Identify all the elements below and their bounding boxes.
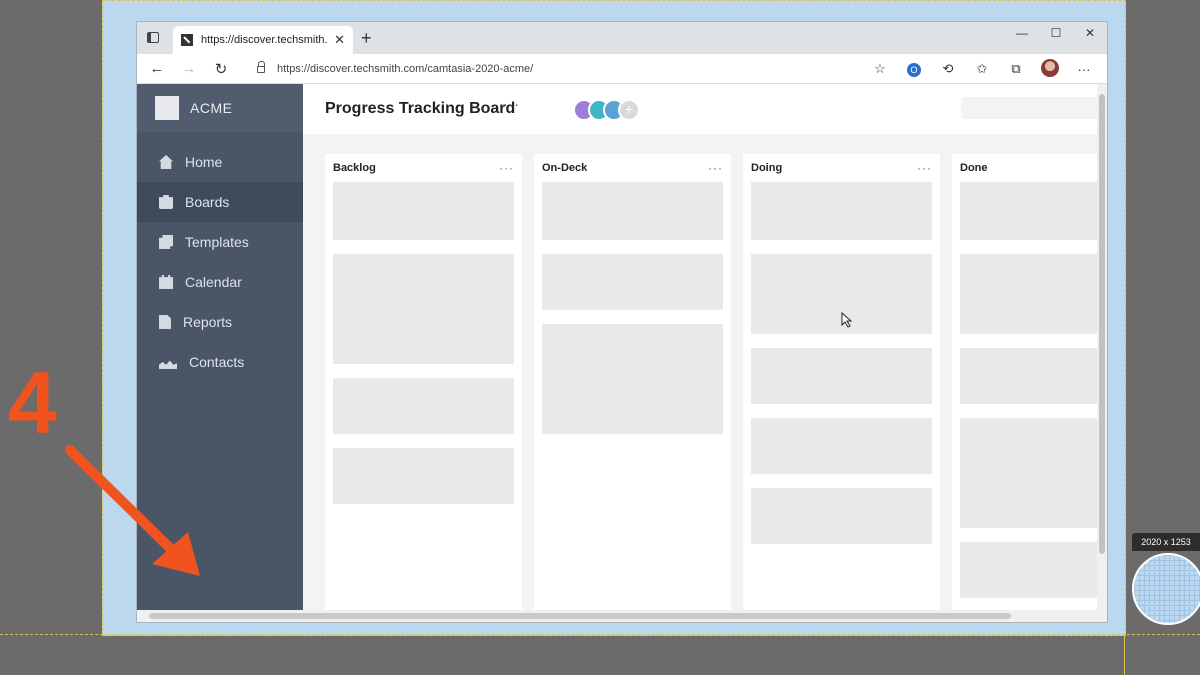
settings-more-icon[interactable]: ··· bbox=[1067, 62, 1101, 77]
boards-icon bbox=[159, 195, 173, 209]
sidebar-item-label: Reports bbox=[183, 314, 233, 330]
card[interactable] bbox=[333, 254, 514, 364]
card[interactable] bbox=[751, 418, 932, 474]
calendar-icon bbox=[159, 275, 173, 289]
browser-tab[interactable]: https://discover.techsmith.com/c ✕ bbox=[173, 26, 353, 54]
contacts-icon bbox=[159, 360, 177, 369]
browser-window: https://discover.techsmith.com/c ✕ + — ☐… bbox=[137, 22, 1107, 622]
board-menu-button[interactable]: ··· bbox=[503, 96, 520, 112]
sidebar-item-label: Contacts bbox=[189, 354, 245, 370]
column-menu-button[interactable]: ··· bbox=[917, 161, 932, 175]
sidebar-item-reports[interactable]: Reports bbox=[137, 302, 303, 342]
annotation-arrow-icon bbox=[65, 445, 200, 576]
magnifier-lens bbox=[1132, 553, 1200, 625]
card[interactable] bbox=[542, 324, 723, 434]
tab-actions-icon[interactable] bbox=[147, 32, 159, 43]
minimize-button[interactable]: — bbox=[1005, 22, 1039, 46]
sidebar-nav: Home Boards Templates Calendar Reports C… bbox=[137, 132, 303, 382]
maximize-button[interactable]: ☐ bbox=[1039, 22, 1073, 46]
brand-name: ACME bbox=[190, 100, 233, 116]
tab-title: https://discover.techsmith.com/c bbox=[201, 34, 328, 46]
step-number: 4 bbox=[8, 353, 57, 452]
back-button[interactable]: ← bbox=[141, 60, 173, 77]
page-title: Progress Tracking Board bbox=[325, 100, 516, 117]
column-menu-button[interactable]: ··· bbox=[499, 161, 514, 175]
horizontal-scrollbar[interactable] bbox=[137, 610, 1107, 622]
logo-icon bbox=[155, 96, 179, 120]
close-window-button[interactable]: ✕ bbox=[1073, 22, 1107, 46]
sidebar-item-contacts[interactable]: Contacts bbox=[137, 342, 303, 382]
member-avatars: + bbox=[573, 99, 640, 121]
new-tab-button[interactable]: + bbox=[361, 28, 372, 49]
column-header: On-Deck ··· bbox=[542, 154, 723, 182]
extension-icon[interactable]: O bbox=[897, 61, 931, 77]
browser-toolbar: ☆ O ⟲ ✩ ⧉ ··· bbox=[863, 54, 1101, 84]
column-title: Backlog bbox=[333, 162, 376, 174]
column-header: Done ··· bbox=[960, 154, 1107, 182]
board-columns: Backlog ··· On-Deck ··· Doing ··· Done bbox=[325, 154, 1107, 622]
column-on-deck: On-Deck ··· bbox=[534, 154, 731, 622]
card[interactable] bbox=[333, 378, 514, 434]
search-input[interactable] bbox=[961, 97, 1107, 119]
card[interactable] bbox=[960, 542, 1107, 598]
card[interactable] bbox=[960, 348, 1107, 404]
column-title: Done bbox=[960, 162, 988, 174]
templates-icon bbox=[159, 235, 173, 249]
address-bar: ← → ↻ https://discover.techsmith.com/cam… bbox=[137, 54, 1107, 84]
magnifier-widget: 2020 x 1253 bbox=[1132, 533, 1200, 633]
board-main: Progress Tracking Board ··· + Backlog ··… bbox=[303, 84, 1107, 622]
tab-bar: https://discover.techsmith.com/c ✕ + — ☐… bbox=[137, 22, 1107, 54]
sidebar-item-label: Boards bbox=[185, 194, 230, 210]
column-menu-button[interactable]: ··· bbox=[708, 161, 723, 175]
reports-icon bbox=[159, 315, 171, 329]
card[interactable] bbox=[542, 254, 723, 310]
add-member-button[interactable]: + bbox=[618, 99, 640, 121]
card[interactable] bbox=[960, 182, 1107, 240]
favicon-icon bbox=[181, 34, 193, 46]
vertical-scrollbar[interactable] bbox=[1097, 84, 1107, 622]
card[interactable] bbox=[542, 182, 723, 240]
favorites-icon[interactable]: ✩ bbox=[965, 61, 999, 77]
guide-line-horizontal bbox=[0, 634, 1200, 635]
guide-line-vertical bbox=[1124, 636, 1125, 675]
lock-icon bbox=[257, 60, 265, 73]
column-header: Backlog ··· bbox=[333, 154, 514, 182]
url-text: https://discover.techsmith.com/camtasia-… bbox=[277, 63, 534, 75]
home-icon bbox=[159, 155, 173, 169]
card[interactable] bbox=[960, 418, 1107, 528]
app: ACME Home Boards Templates Calendar Repo… bbox=[137, 84, 1107, 622]
sidebar-item-label: Templates bbox=[185, 234, 249, 250]
column-doing: Doing ··· bbox=[743, 154, 940, 622]
mouse-cursor-icon bbox=[841, 312, 853, 328]
card[interactable] bbox=[960, 254, 1107, 334]
favorite-star-icon[interactable]: ☆ bbox=[863, 61, 897, 77]
sidebar-item-calendar[interactable]: Calendar bbox=[137, 262, 303, 302]
card[interactable] bbox=[333, 448, 514, 504]
sidebar-item-label: Calendar bbox=[185, 274, 242, 290]
card[interactable] bbox=[751, 348, 932, 404]
column-header: Doing ··· bbox=[751, 154, 932, 182]
sync-icon[interactable]: ⟲ bbox=[931, 61, 965, 77]
board-header: Progress Tracking Board ··· + bbox=[303, 84, 1107, 134]
reload-button[interactable]: ↻ bbox=[205, 60, 237, 78]
card[interactable] bbox=[751, 488, 932, 544]
column-title: Doing bbox=[751, 162, 783, 174]
card[interactable] bbox=[333, 182, 514, 240]
url-field[interactable]: https://discover.techsmith.com/camtasia-… bbox=[257, 58, 897, 80]
profile-avatar[interactable] bbox=[1033, 58, 1067, 80]
tab-close-button[interactable]: ✕ bbox=[334, 32, 345, 48]
sidebar-item-home[interactable]: Home bbox=[137, 142, 303, 182]
collections-icon[interactable]: ⧉ bbox=[999, 61, 1033, 77]
column-backlog: Backlog ··· bbox=[325, 154, 522, 622]
column-done: Done ··· bbox=[952, 154, 1107, 622]
card[interactable] bbox=[751, 182, 932, 240]
column-title: On-Deck bbox=[542, 162, 588, 174]
sidebar-item-templates[interactable]: Templates bbox=[137, 222, 303, 262]
dimensions-label: 2020 x 1253 bbox=[1132, 533, 1200, 551]
brand[interactable]: ACME bbox=[137, 84, 303, 132]
forward-button[interactable]: → bbox=[173, 60, 205, 77]
sidebar-item-boards[interactable]: Boards bbox=[137, 182, 303, 222]
sidebar-item-label: Home bbox=[185, 154, 223, 170]
window-controls: — ☐ ✕ bbox=[1005, 22, 1107, 46]
